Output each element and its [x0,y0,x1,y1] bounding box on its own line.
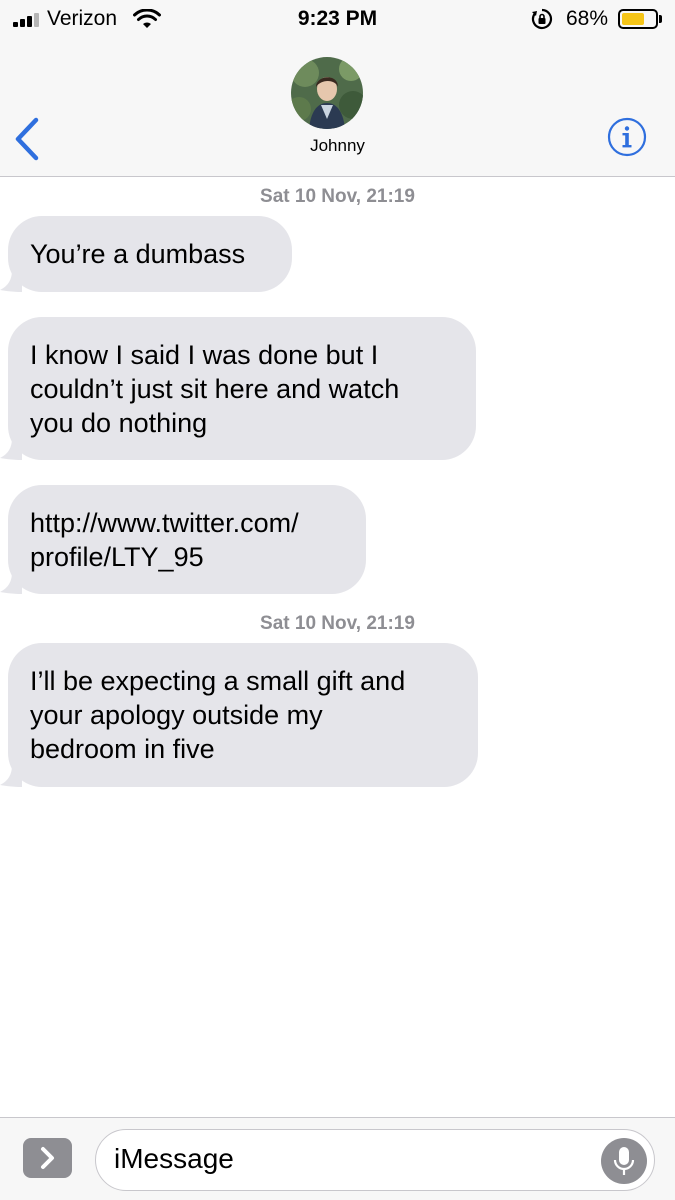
info-button[interactable] [607,117,647,157]
message-bubble[interactable]: I know I said I was done but I couldn’t … [8,317,476,460]
message-input[interactable]: iMessage [95,1129,655,1191]
message-timestamp: Sat 10 Nov, 21:19 [260,613,415,634]
rotation-lock-icon [531,8,553,30]
message-input-placeholder: iMessage [114,1143,234,1174]
battery-level [622,13,644,25]
battery-icon [618,9,658,29]
battery-percent: 68% [566,7,609,30]
contact-name[interactable]: Johnny [0,136,675,156]
status-bar: Verizon 9:23 PM 68% [0,0,675,40]
message-bubble[interactable]: I’ll be expecting a small gift and your … [8,643,478,787]
avatar-photo [291,57,363,129]
apps-button[interactable] [23,1138,72,1178]
battery-tip [659,15,662,23]
message-bubble[interactable]: You’re a dumbass [8,216,292,292]
dictation-button[interactable] [601,1138,647,1184]
message-input-bar: iMessage [0,1117,675,1200]
message-timestamp: Sat 10 Nov, 21:19 [260,186,415,207]
contact-avatar[interactable] [291,57,363,129]
chevron-right-icon [41,1147,54,1169]
message-link-bubble[interactable]: http://www.twitter.com/ profile/LTY_95 [8,485,366,594]
microphone-icon [613,1147,635,1175]
conversation-header: Johnny [0,40,675,177]
